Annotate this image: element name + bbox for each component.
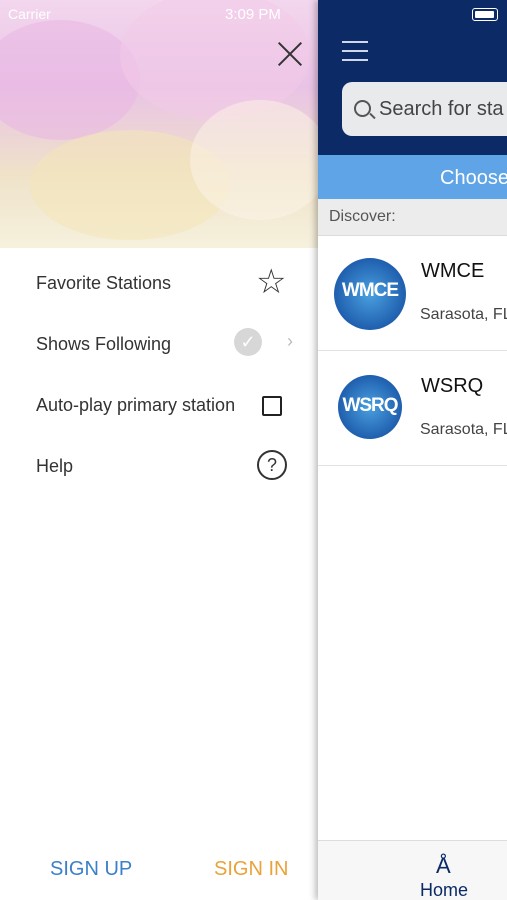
chevron-right-icon[interactable]: › [287, 331, 293, 352]
search-icon [354, 100, 371, 117]
station-logo: WSRQ [338, 375, 402, 439]
status-time: 3:09 PM [225, 6, 281, 23]
carrier-label: Carrier [8, 6, 51, 22]
menu-label: Auto-play primary station [36, 395, 236, 415]
menu-label: Favorite Stations [36, 273, 172, 293]
menu-label: Help [36, 456, 74, 476]
top-nav-bar: Search for sta [318, 0, 507, 155]
station-location: Sarasota, FL [420, 421, 507, 438]
search-placeholder: Search for sta [379, 98, 504, 120]
station-name: WMCE [421, 260, 485, 282]
search-input[interactable]: Search for sta [342, 82, 507, 136]
sign-up-button[interactable]: SIGN UP [50, 858, 132, 881]
battery-icon [472, 8, 498, 21]
tab-home-label: Home [420, 880, 469, 900]
help-icon[interactable]: ? [257, 450, 287, 480]
station-location: Sarasota, FL [420, 306, 507, 323]
close-icon[interactable] [276, 40, 304, 68]
choose-label: Choose [440, 167, 507, 189]
checkbox-icon[interactable] [262, 396, 282, 416]
discover-label: Discover: [329, 208, 396, 225]
main-panel: Search for sta Choose Discover: WMCE WMC… [318, 0, 507, 900]
discover-header: Discover: [318, 199, 507, 236]
hamburger-menu-icon[interactable] [342, 41, 370, 63]
menu-label: Shows Following [36, 334, 172, 354]
drawer-menu: Favorite Stations Shows Following Auto-p… [0, 253, 318, 497]
check-circle-icon: ✓ [234, 328, 262, 356]
tab-bar: Å Home [318, 840, 507, 900]
station-logo: WMCE [334, 258, 406, 330]
choose-bar[interactable]: Choose [318, 155, 507, 199]
station-row[interactable]: WSRQ WSRQ Sarasota, FL [318, 351, 507, 466]
sign-in-button[interactable]: SIGN IN [214, 858, 288, 881]
side-drawer: Carrier 3:09 PM Favorite Stations Shows … [0, 0, 318, 900]
drawer-header-image: Carrier 3:09 PM [0, 0, 318, 248]
antenna-icon: Å [436, 853, 451, 878]
station-name: WSRQ [421, 375, 484, 397]
star-icon[interactable]: ☆ [256, 265, 286, 299]
station-row[interactable]: WMCE WMCE Sarasota, FL [318, 236, 507, 351]
menu-item-shows-following[interactable]: Shows Following [0, 314, 318, 375]
